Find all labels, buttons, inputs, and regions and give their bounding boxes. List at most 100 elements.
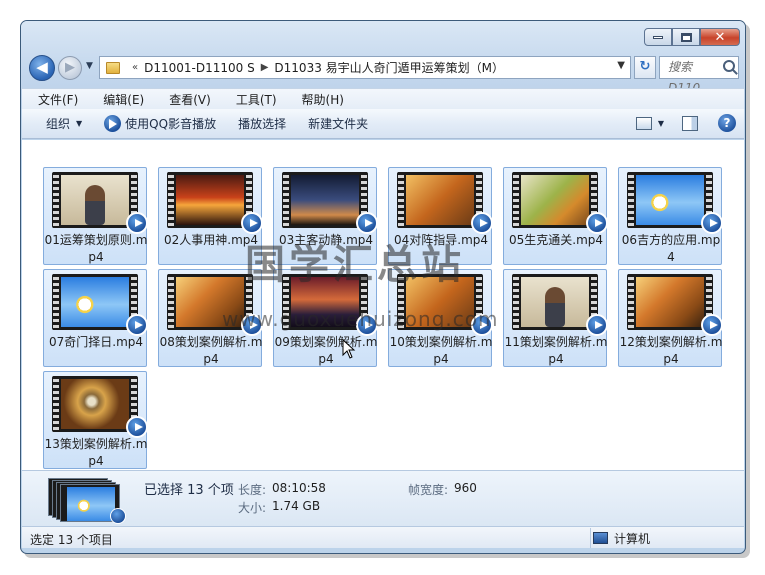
size-label: 大小: bbox=[238, 501, 267, 515]
video-thumbnail bbox=[512, 274, 598, 330]
forward-button[interactable]: ▶ bbox=[58, 56, 82, 80]
folder-icon bbox=[106, 61, 120, 74]
film-perforation bbox=[168, 172, 174, 228]
breadcrumb-segment-1[interactable]: D11001-D11100 S bbox=[144, 61, 255, 75]
minimize-button[interactable] bbox=[644, 28, 672, 46]
thumbnail-image bbox=[291, 175, 359, 225]
computer-icon bbox=[593, 532, 608, 544]
thumbnail-image bbox=[521, 277, 589, 327]
command-bar: 组织 ▼ 使用QQ影音播放 播放选择 新建文件夹 ▼ ? bbox=[22, 109, 744, 139]
video-thumbnail bbox=[627, 172, 713, 228]
qq-video-badge-icon bbox=[110, 508, 126, 524]
file-item[interactable]: 05生克通关.mp4 bbox=[503, 167, 608, 265]
file-name: 04对阵指导.mp4 bbox=[393, 233, 489, 247]
back-button[interactable]: ◀ bbox=[29, 55, 55, 81]
view-dropdown-icon[interactable]: ▼ bbox=[658, 119, 664, 128]
qq-video-badge-icon bbox=[241, 212, 263, 234]
new-folder-button[interactable]: 新建文件夹 bbox=[297, 115, 379, 132]
video-thumbnail bbox=[52, 172, 138, 228]
breadcrumb-segment-2[interactable]: D11033 易宇山人奇门遁甲运筹策划（M） bbox=[274, 59, 504, 76]
refresh-icon: ↻ bbox=[639, 59, 651, 74]
video-thumbnail bbox=[282, 274, 368, 330]
video-thumbnail bbox=[397, 274, 483, 330]
maximize-icon bbox=[680, 32, 692, 42]
file-item[interactable]: 07奇门择日.mp4 bbox=[43, 269, 148, 367]
menu-help[interactable]: 帮助(H) bbox=[286, 91, 353, 108]
qq-video-badge-icon bbox=[586, 212, 608, 234]
qq-video-badge-icon bbox=[241, 314, 263, 336]
menu-file[interactable]: 文件(F) bbox=[22, 91, 87, 108]
file-item[interactable]: 01运筹策划原则.mp4 bbox=[43, 167, 148, 265]
file-item[interactable]: 04对阵指导.mp4 bbox=[388, 167, 493, 265]
selection-count: 已选择 13 个项 bbox=[144, 483, 234, 498]
film-perforation bbox=[53, 172, 59, 228]
refresh-button[interactable]: ↻ bbox=[634, 56, 656, 79]
qq-video-badge-icon bbox=[471, 314, 493, 336]
play-with-qq-button[interactable]: 使用QQ影音播放 bbox=[93, 115, 227, 132]
file-name: 06吉方的应用.mp4 bbox=[621, 233, 721, 264]
thumbnail-image bbox=[406, 277, 474, 327]
qq-video-badge-icon bbox=[126, 314, 148, 336]
address-dropdown-icon[interactable]: ▼ bbox=[617, 60, 625, 71]
overflow-chevron[interactable]: « bbox=[132, 62, 138, 73]
file-item[interactable]: 02人事用神.mp4 bbox=[158, 167, 263, 265]
qq-player-icon bbox=[104, 115, 122, 132]
navigation-bar: ◀ ▶ ▼ « D11001-D11100 S ▶ D11033 易宇山人奇门遁… bbox=[29, 55, 739, 95]
film-perforation bbox=[283, 274, 289, 330]
thumbnail-image bbox=[521, 175, 589, 225]
file-name: 07奇门择日.mp4 bbox=[48, 335, 144, 349]
menu-view[interactable]: 查看(V) bbox=[153, 91, 220, 108]
file-item[interactable]: 06吉方的应用.mp4 bbox=[618, 167, 723, 265]
film-perforation bbox=[398, 172, 404, 228]
status-location: 计算机 bbox=[590, 528, 744, 548]
qq-video-badge-icon bbox=[356, 314, 378, 336]
recent-pages-dropdown[interactable]: ▼ bbox=[86, 61, 93, 71]
file-name: 01运筹策划原则.mp4 bbox=[44, 233, 148, 264]
film-perforation bbox=[168, 274, 174, 330]
file-item[interactable]: 09策划案例解析.mp4 bbox=[273, 269, 378, 367]
details-pane: 已选择 13 个项 长度: 08:10:58 大小: 1.74 GB 帧宽度: … bbox=[22, 470, 744, 526]
play-with-qq-label: 使用QQ影音播放 bbox=[125, 117, 217, 131]
breadcrumb-separator-icon[interactable]: ▶ bbox=[261, 62, 269, 73]
thumbnail-image bbox=[636, 277, 704, 327]
close-button[interactable]: ✕ bbox=[700, 28, 740, 46]
maximize-button[interactable] bbox=[672, 28, 700, 46]
file-name: 12策划案例解析.mp4 bbox=[619, 335, 723, 366]
selection-thumbnail bbox=[48, 478, 126, 524]
preview-pane-icon[interactable] bbox=[682, 115, 698, 131]
change-view-icon[interactable] bbox=[635, 116, 652, 130]
help-icon[interactable]: ? bbox=[718, 114, 736, 132]
video-thumbnail bbox=[627, 274, 713, 330]
play-selection-button[interactable]: 播放选择 bbox=[227, 115, 297, 132]
address-bar[interactable]: « D11001-D11100 S ▶ D11033 易宇山人奇门遁甲运筹策划（… bbox=[99, 56, 631, 79]
qq-video-badge-icon bbox=[701, 314, 723, 336]
menu-tools[interactable]: 工具(T) bbox=[220, 91, 286, 108]
file-item[interactable]: 12策划案例解析.mp4 bbox=[618, 269, 723, 367]
file-item[interactable]: 11策划案例解析.mp4 bbox=[503, 269, 608, 367]
file-name: 03主客动静.mp4 bbox=[278, 233, 374, 247]
film-perforation bbox=[283, 172, 289, 228]
menu-edit[interactable]: 编辑(E) bbox=[87, 91, 153, 108]
file-name: 08策划案例解析.mp4 bbox=[159, 335, 263, 366]
search-icon[interactable] bbox=[723, 60, 735, 72]
film-perforation bbox=[513, 274, 519, 330]
film-perforation bbox=[53, 376, 59, 432]
organize-button[interactable]: 组织 ▼ bbox=[22, 115, 93, 132]
file-item[interactable]: 08策划案例解析.mp4 bbox=[158, 269, 263, 367]
frame-width-value: 960 bbox=[454, 481, 477, 495]
frame-width-label: 帧宽度: bbox=[408, 483, 449, 497]
new-folder-label: 新建文件夹 bbox=[308, 117, 369, 131]
video-thumbnail bbox=[282, 172, 368, 228]
file-item[interactable]: 03主客动静.mp4 bbox=[273, 167, 378, 265]
film-perforation bbox=[628, 172, 634, 228]
file-name: 05生克通关.mp4 bbox=[508, 233, 604, 247]
search-input[interactable]: 搜索 D110... bbox=[659, 56, 739, 95]
file-item[interactable]: 13策划案例解析.mp4 bbox=[43, 371, 148, 469]
qq-video-badge-icon bbox=[126, 212, 148, 234]
length-value: 08:10:58 bbox=[272, 481, 326, 495]
file-item[interactable]: 10策划案例解析.mp4 bbox=[388, 269, 493, 367]
thumbnail-image bbox=[636, 175, 704, 225]
video-thumbnail bbox=[167, 172, 253, 228]
file-list[interactable]: 01运筹策划原则.mp4 02人事用神.mp4 03主客动静.mp4 04对阵指导.m… bbox=[22, 140, 744, 470]
status-bar: 选定 13 个项目 计算机 bbox=[22, 526, 744, 548]
